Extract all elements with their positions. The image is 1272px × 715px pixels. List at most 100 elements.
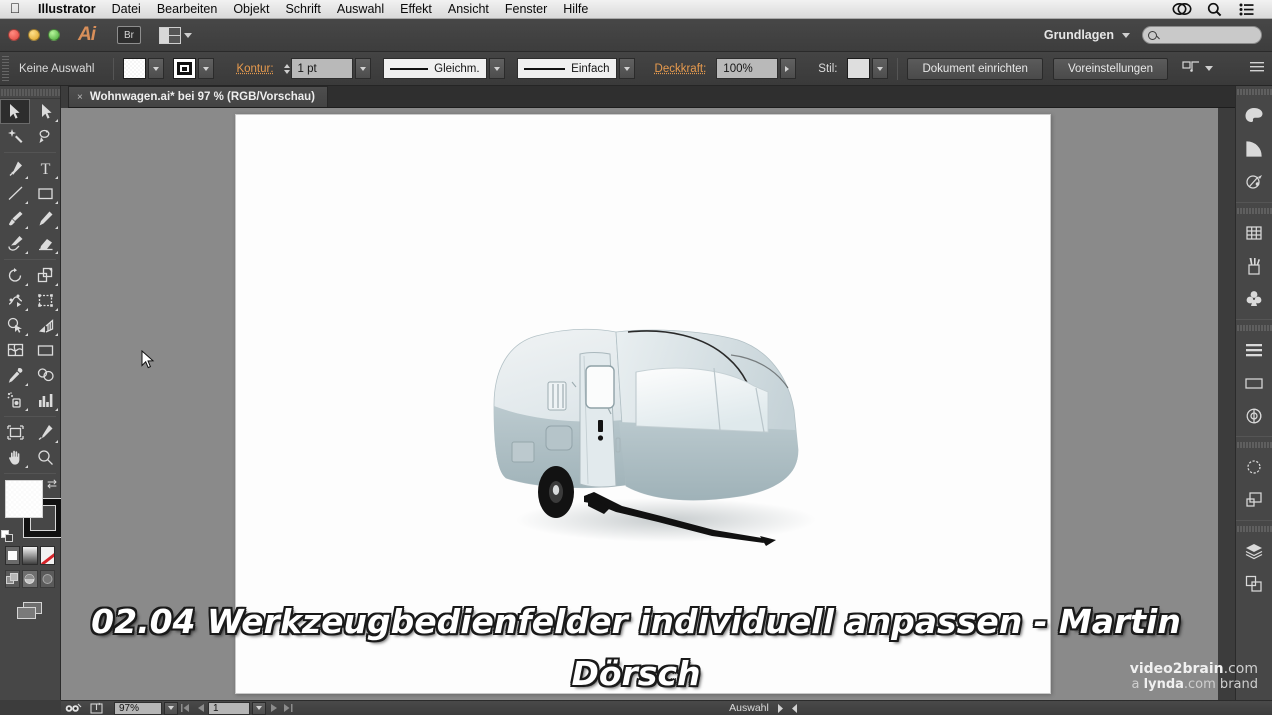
last-artboard-button[interactable] xyxy=(281,704,296,712)
zoom-level-dropdown[interactable] xyxy=(164,701,178,715)
spotlight-search-icon[interactable] xyxy=(1198,2,1230,17)
symbol-sprayer-tool[interactable] xyxy=(0,388,30,413)
previous-artboard-button[interactable] xyxy=(193,704,208,712)
paintbrush-tool[interactable] xyxy=(0,206,30,231)
dock-grip[interactable] xyxy=(1236,322,1272,333)
artboards-panel-icon[interactable] xyxy=(1236,567,1272,600)
caravan-illustration[interactable] xyxy=(476,310,836,560)
zoom-window-button[interactable] xyxy=(48,29,60,41)
help-search-input[interactable] xyxy=(1142,26,1262,44)
magic-wand-tool[interactable] xyxy=(0,124,30,149)
color-guide-panel-icon[interactable] xyxy=(1236,132,1272,165)
brush-definition-combo[interactable]: Einfach xyxy=(516,58,617,79)
menu-item-ansicht[interactable]: Ansicht xyxy=(440,0,497,19)
menu-item-illustrator[interactable]: Illustrator xyxy=(30,0,104,19)
artboard[interactable] xyxy=(235,114,1051,694)
stroke-weight-stepper[interactable] xyxy=(283,63,290,74)
dock-grip[interactable] xyxy=(1236,86,1272,97)
zoom-tool[interactable] xyxy=(30,445,60,470)
graphic-style-swatch[interactable] xyxy=(847,58,871,79)
graphic-styles-panel-icon[interactable] xyxy=(1236,450,1272,483)
align-panel-icon[interactable] xyxy=(1236,333,1272,366)
menu-item-schrift[interactable]: Schrift xyxy=(277,0,328,19)
menu-item-objekt[interactable]: Objekt xyxy=(225,0,277,19)
transform-each-icon[interactable] xyxy=(1182,60,1200,77)
dock-grip[interactable] xyxy=(1236,439,1272,450)
close-window-button[interactable] xyxy=(8,29,20,41)
chevron-down-icon[interactable] xyxy=(1205,66,1213,71)
artboard-dropdown[interactable] xyxy=(252,701,266,715)
perspective-grid-tool[interactable] xyxy=(30,313,60,338)
shape-builder-tool[interactable] xyxy=(0,313,30,338)
transform-panel-icon[interactable] xyxy=(1236,483,1272,516)
draw-inside-button[interactable] xyxy=(39,570,55,588)
draw-normal-button[interactable] xyxy=(5,570,21,588)
menu-item-auswahl[interactable]: Auswahl xyxy=(329,0,392,19)
next-artboard-button[interactable] xyxy=(266,704,281,712)
swatches-panel-icon[interactable] xyxy=(1236,216,1272,249)
artboard-tool[interactable] xyxy=(0,420,30,445)
slice-tool[interactable] xyxy=(30,420,60,445)
brush-definition-dropdown-button[interactable] xyxy=(618,58,635,79)
blend-tool[interactable] xyxy=(30,363,60,388)
brushes-panel-icon[interactable] xyxy=(1236,249,1272,282)
preferences-button[interactable]: Voreinstellungen xyxy=(1052,57,1168,80)
scale-tool[interactable] xyxy=(30,263,60,288)
document-setup-button[interactable]: Dokument einrichten xyxy=(907,57,1043,80)
hand-tool[interactable] xyxy=(0,445,30,470)
artboard-number-input[interactable]: 1 xyxy=(208,701,250,715)
gradient-button[interactable] xyxy=(22,546,38,565)
default-fill-stroke-icon[interactable] xyxy=(1,530,14,543)
tools-panel-grip[interactable] xyxy=(0,86,60,99)
fill-dropdown-button[interactable] xyxy=(148,58,165,79)
direct-selection-tool[interactable] xyxy=(30,99,60,124)
opacity-dropdown-button[interactable] xyxy=(780,58,797,79)
pencil-tool[interactable] xyxy=(30,206,60,231)
transparency-panel-icon[interactable] xyxy=(1236,165,1272,198)
mesh-tool[interactable] xyxy=(0,338,30,363)
appearance-panel-icon[interactable] xyxy=(1236,399,1272,432)
color-panel-icon[interactable] xyxy=(1236,99,1272,132)
lasso-tool[interactable] xyxy=(30,124,60,149)
menu-item-effekt[interactable]: Effekt xyxy=(392,0,440,19)
first-artboard-button[interactable] xyxy=(178,704,193,712)
selection-tool[interactable] xyxy=(0,99,30,124)
status-resize-handle[interactable] xyxy=(788,703,803,713)
stroke-profile-dropdown-button[interactable] xyxy=(488,58,505,79)
edit-artboards-button[interactable] xyxy=(61,701,86,715)
none-button[interactable] xyxy=(39,546,55,565)
fill-color-box[interactable] xyxy=(5,480,43,518)
gradient-panel-icon[interactable] xyxy=(1236,366,1272,399)
arrange-documents-button[interactable] xyxy=(159,26,192,44)
swap-fill-stroke-icon[interactable]: ⇄ xyxy=(47,477,57,491)
color-button[interactable] xyxy=(5,546,21,565)
opacity-input[interactable]: 100% xyxy=(716,58,779,79)
dock-grip[interactable] xyxy=(1236,523,1272,534)
canvas-area[interactable] xyxy=(61,108,1218,700)
eyedropper-tool[interactable] xyxy=(0,363,30,388)
control-bar-menu-button[interactable] xyxy=(1250,61,1272,76)
close-icon[interactable]: × xyxy=(77,92,83,103)
line-segment-tool[interactable] xyxy=(0,181,30,206)
stroke-weight-dropdown-button[interactable] xyxy=(354,58,371,79)
free-transform-tool[interactable] xyxy=(30,288,60,313)
menu-item-hilfe[interactable]: Hilfe xyxy=(555,0,596,19)
eraser-tool[interactable] xyxy=(30,231,60,256)
rotate-tool[interactable] xyxy=(0,263,30,288)
stroke-dropdown-button[interactable] xyxy=(198,58,215,79)
draw-behind-button[interactable] xyxy=(22,570,38,588)
stroke-profile-combo[interactable]: Gleichm. xyxy=(382,58,487,79)
opacity-label[interactable]: Deckkraft: xyxy=(645,63,717,75)
layers-panel-icon[interactable] xyxy=(1236,534,1272,567)
stroke-color-swatch[interactable] xyxy=(173,58,197,79)
column-graph-tool[interactable] xyxy=(30,388,60,413)
menu-item-fenster[interactable]: Fenster xyxy=(497,0,555,19)
notification-center-icon[interactable] xyxy=(1230,3,1262,16)
stroke-weight-label[interactable]: Kontur: xyxy=(226,63,283,75)
type-tool[interactable]: T xyxy=(30,156,60,181)
fill-color-swatch[interactable] xyxy=(123,58,147,79)
dock-grip[interactable] xyxy=(1236,205,1272,216)
blob-brush-tool[interactable] xyxy=(0,231,30,256)
pen-tool[interactable] xyxy=(0,156,30,181)
go-to-bridge-button[interactable]: Br xyxy=(117,26,141,44)
